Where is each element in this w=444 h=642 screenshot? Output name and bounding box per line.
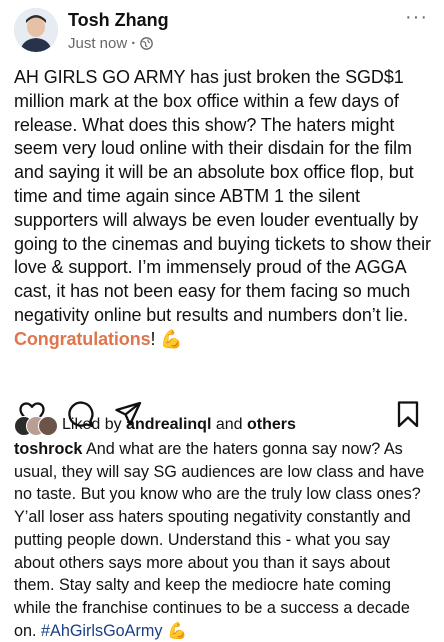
post-text-end: ! <box>150 328 161 349</box>
likes-row: Liked by andrealinql and others <box>14 414 434 438</box>
liker-avatar <box>38 416 58 436</box>
liker-username[interactable]: andrealinql <box>126 416 211 433</box>
post-highlight: Congratulations <box>14 328 151 349</box>
author-name[interactable]: Tosh Zhang <box>68 10 169 31</box>
post-text: AH GIRLS GO ARMY has just broken the SGD… <box>14 67 431 325</box>
flexed-biceps-emoji: 💪 <box>166 621 188 640</box>
flexed-biceps-emoji: 💪 <box>160 328 183 349</box>
meta-separator: · <box>131 35 137 52</box>
likes-text: Liked by andrealinql and others <box>62 416 296 434</box>
more-options-icon[interactable]: ··· <box>405 7 428 27</box>
profile-avatar[interactable] <box>14 8 58 52</box>
likes-prefix: Liked by <box>62 416 127 433</box>
liker-avatars <box>14 416 58 436</box>
likes-others-link[interactable]: others <box>247 416 296 433</box>
caption-text: And what are the haters gonna say now? A… <box>14 440 425 640</box>
globe-icon <box>140 37 154 50</box>
caption-username[interactable]: toshrock <box>14 440 82 458</box>
likes-middle: and <box>211 416 247 433</box>
instagram-caption: toshrock And what are the haters gonna s… <box>14 438 432 642</box>
post-timestamp[interactable]: Just now <box>68 35 127 52</box>
post-header: Tosh Zhang Just now · ··· <box>14 7 430 56</box>
post-meta: Just now · <box>68 35 154 52</box>
post-body: AH GIRLS GO ARMY has just broken the SGD… <box>14 66 432 352</box>
hashtag-link[interactable]: #AhGirlsGoArmy <box>41 622 162 640</box>
